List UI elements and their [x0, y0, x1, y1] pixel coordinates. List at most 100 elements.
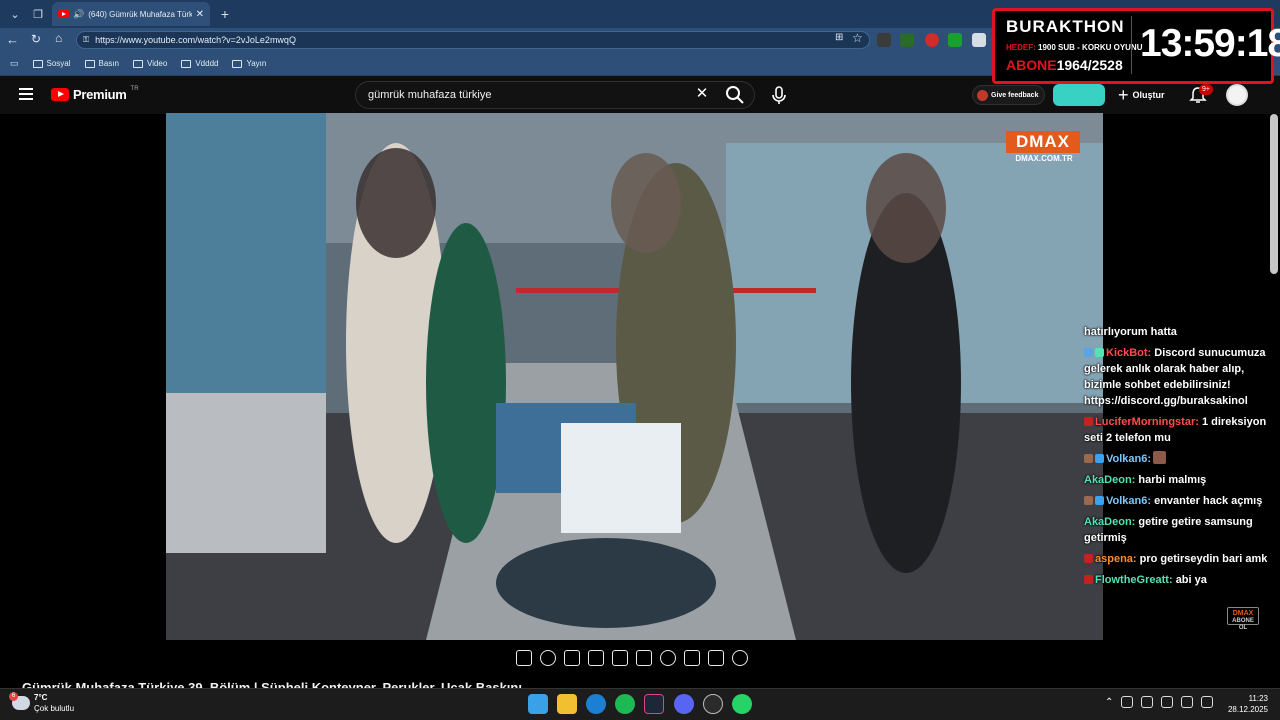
- badge-icon: [1095, 348, 1104, 357]
- taskbar-clock[interactable]: 11:23 28.12.2025: [1218, 693, 1268, 715]
- extension-icon[interactable]: [900, 33, 914, 47]
- watched-eye-icon[interactable]: [564, 650, 580, 666]
- folder-icon: [181, 59, 192, 68]
- chrome-like-icon[interactable]: [703, 694, 723, 714]
- home-icon[interactable]: ⌂: [55, 31, 62, 45]
- close-tab-icon[interactable]: ✕: [196, 9, 204, 20]
- start-button-icon[interactable]: [528, 694, 548, 714]
- chat-message: Volkan6:: [1084, 451, 1278, 467]
- film-strip-icon[interactable]: [588, 650, 604, 666]
- favorite-star-icon[interactable]: ☆: [852, 31, 863, 45]
- loop-icon[interactable]: [516, 650, 532, 666]
- dmax-watermark: DMAX DMAX.COM.TR: [1006, 131, 1082, 167]
- tab-actions-chevron-icon[interactable]: ⌄: [4, 4, 26, 24]
- create-label: Oluştur: [1132, 90, 1165, 100]
- dmax-logo: DMAX: [1006, 131, 1080, 153]
- bookmark-folder-basin[interactable]: Basın: [84, 59, 119, 68]
- avatar[interactable]: [1226, 84, 1248, 106]
- app-available-icon[interactable]: ⊞: [835, 32, 843, 43]
- video-title: Gümrük Muhafaza Türkiye 39. Bölüm | Şüph…: [22, 680, 522, 688]
- new-tab-button[interactable]: +: [214, 4, 236, 24]
- refresh-icon[interactable]: ↻: [31, 32, 41, 46]
- whatsapp-icon[interactable]: [732, 694, 752, 714]
- add-to-queue-icon[interactable]: [684, 650, 700, 666]
- search-query-text: gümrük muhafaza türkiye: [368, 89, 492, 101]
- volume-icon[interactable]: [1201, 696, 1214, 708]
- weather-temperature: 7°C: [34, 693, 48, 702]
- dmax-url: DMAX.COM.TR: [1015, 154, 1073, 163]
- bookmark-folder-video[interactable]: Video: [133, 59, 167, 68]
- chevron-up-icon[interactable]: ⌃: [1105, 697, 1113, 708]
- folder-icon: [232, 59, 243, 68]
- video-frame[interactable]: [166, 113, 1103, 640]
- file-explorer-icon[interactable]: [557, 694, 577, 714]
- browser-tab-youtube[interactable]: 🔊 (640) Gümrük Muhafaza Türkiye ✕: [52, 2, 210, 26]
- extension-icon[interactable]: [925, 33, 939, 47]
- weather-text: 7°C Çok bulutlu: [34, 692, 74, 714]
- goal-label: HEDEF:: [1006, 43, 1036, 52]
- badge-icon: [1084, 417, 1093, 426]
- badge-icon: [1095, 496, 1104, 505]
- folder-icon: [84, 59, 95, 68]
- tray-app-icon[interactable]: [1121, 696, 1134, 708]
- subscriber-count: 1964/2528: [1056, 57, 1123, 73]
- bookmark-label: Yayın: [246, 59, 267, 68]
- chat-username: LuciferMorningstar:: [1095, 416, 1199, 428]
- toggle-button[interactable]: [1053, 84, 1105, 106]
- bookmark-folder-sosyal[interactable]: Sosyal: [32, 59, 71, 68]
- clock-date: 28.12.2025: [1227, 705, 1268, 714]
- give-feedback-button[interactable]: Give feedback: [972, 85, 1046, 105]
- youtube-play-icon: [51, 88, 69, 101]
- subscriber-label: ABONE: [1006, 57, 1057, 73]
- chat-username: Volkan6:: [1106, 453, 1152, 465]
- microphone-icon[interactable]: [770, 84, 788, 106]
- weather-condition: Çok bulutlu: [34, 704, 75, 713]
- bookmark-label: Vdddd: [195, 59, 219, 68]
- theater-mode-icon[interactable]: [636, 650, 652, 666]
- badge-icon: [1084, 496, 1093, 505]
- site-info-icon[interactable]: ⚿: [83, 35, 89, 45]
- page-scrollbar[interactable]: [1270, 114, 1278, 274]
- picture-in-picture-icon[interactable]: [612, 650, 628, 666]
- weather-widget[interactable]: 6 7°C Çok bulutlu: [9, 692, 74, 714]
- feedback-icon: [977, 89, 988, 101]
- extension-icon[interactable]: [972, 33, 986, 47]
- chat-text: hatırlıyorum hatta: [1084, 326, 1177, 338]
- network-icon[interactable]: [1161, 696, 1174, 708]
- dmax-mini-logo: DMAX: [1232, 610, 1254, 617]
- audio-wave-icon[interactable]: [540, 650, 556, 666]
- microphone-tray-icon[interactable]: [1181, 696, 1194, 708]
- sync-icon[interactable]: [1141, 696, 1154, 708]
- video-scene-image: [166, 113, 1103, 640]
- search-icon[interactable]: [724, 84, 746, 106]
- clear-search-icon[interactable]: ✕: [694, 86, 710, 102]
- youtube-premium-logo[interactable]: Premium TR: [51, 85, 139, 102]
- address-bar[interactable]: ⚿ https://www.youtube.com/watch?v=2vJoLe…: [76, 31, 870, 49]
- discord-icon[interactable]: [674, 694, 694, 714]
- weather-badge: 6: [9, 692, 18, 701]
- folder-icon: [133, 59, 143, 68]
- steam-icon[interactable]: [644, 694, 664, 714]
- speed-gauge-icon[interactable]: [660, 650, 676, 666]
- bookmark-folder-yayin[interactable]: Yayın: [232, 59, 266, 68]
- screenshot-camera-icon[interactable]: [708, 650, 724, 666]
- player-extension-controls: [516, 648, 748, 668]
- feedback-label: Give feedback: [991, 91, 1039, 99]
- bookmark-label: Video: [147, 59, 168, 68]
- badge-icon: [1084, 575, 1093, 584]
- speaker-icon[interactable]: 🔊: [73, 9, 84, 20]
- spotify-icon[interactable]: [615, 694, 635, 714]
- country-code: TR: [130, 85, 139, 92]
- create-button[interactable]: + Oluştur: [1118, 85, 1165, 105]
- settings-gear-icon[interactable]: [732, 650, 748, 666]
- notification-count-badge: 9+: [1199, 84, 1213, 95]
- bookmark-chat-icon[interactable]: ▭: [10, 58, 19, 69]
- back-arrow-icon[interactable]: ←: [6, 32, 19, 47]
- workspaces-icon[interactable]: ❐: [27, 4, 49, 24]
- chat-username: AkaDeon:: [1084, 474, 1136, 486]
- bookmark-folder-vdddd[interactable]: Vdddd: [181, 59, 218, 68]
- extension-icon[interactable]: [948, 33, 962, 47]
- hamburger-menu-icon[interactable]: [19, 88, 33, 100]
- edge-browser-icon[interactable]: [586, 694, 606, 714]
- extension-icon[interactable]: [877, 33, 891, 47]
